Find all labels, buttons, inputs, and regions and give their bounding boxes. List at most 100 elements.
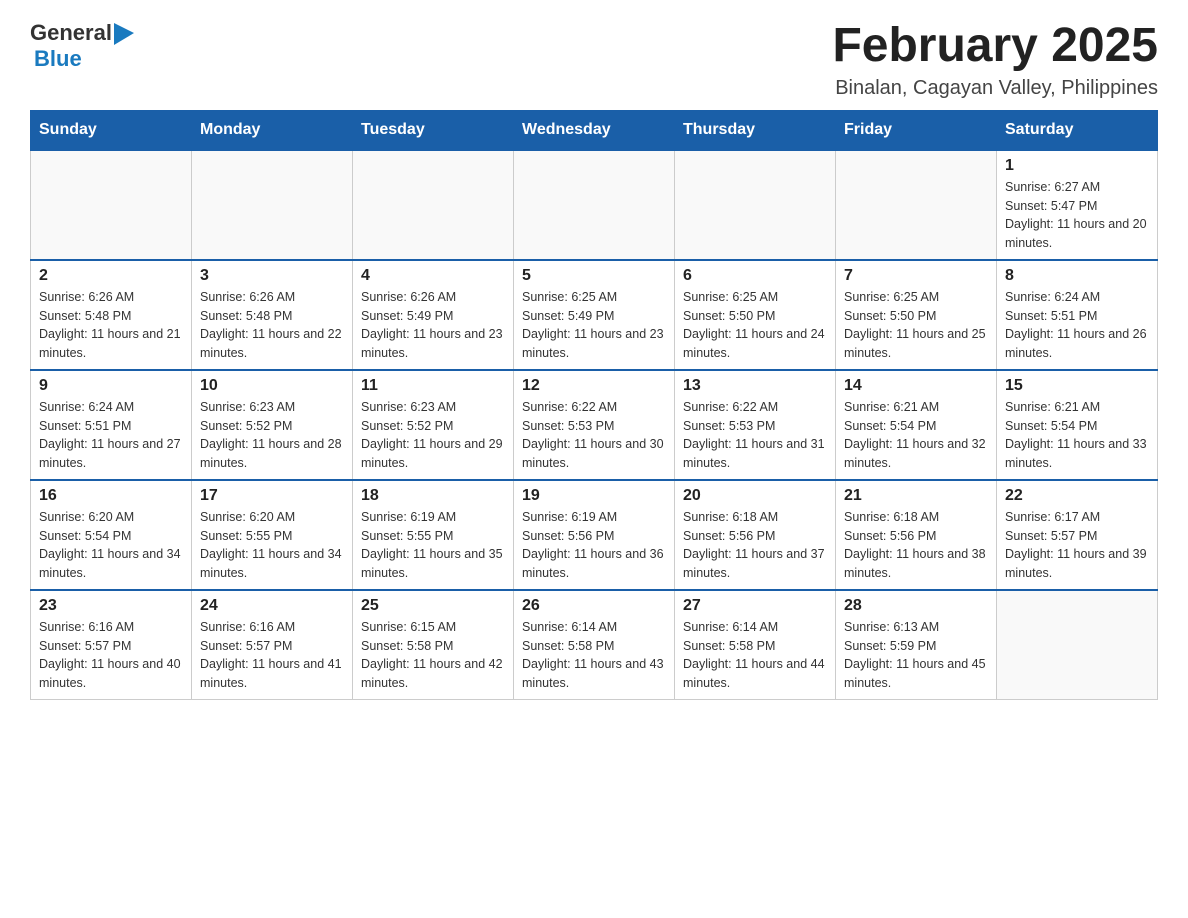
calendar-cell: 28 Sunrise: 6:13 AM Sunset: 5:59 PM Dayli… (836, 590, 997, 700)
title-area: February 2025 Binalan, Cagayan Valley, P… (832, 20, 1158, 100)
day-number: 3 (200, 267, 344, 285)
day-number: 16 (39, 487, 183, 505)
calendar-cell (997, 590, 1158, 700)
day-info: Sunrise: 6:19 AM Sunset: 5:56 PM Dayligh… (522, 508, 666, 583)
calendar-cell: 20 Sunrise: 6:18 AM Sunset: 5:56 PM Dayli… (675, 480, 836, 590)
day-info: Sunrise: 6:15 AM Sunset: 5:58 PM Dayligh… (361, 618, 505, 693)
day-number: 1 (1005, 157, 1149, 175)
calendar-cell: 6 Sunrise: 6:25 AM Sunset: 5:50 PM Daylig… (675, 260, 836, 370)
day-number: 7 (844, 267, 988, 285)
calendar-cell: 19 Sunrise: 6:19 AM Sunset: 5:56 PM Dayli… (514, 480, 675, 590)
weekday-header-row: SundayMondayTuesdayWednesdayThursdayFrid… (31, 110, 1158, 150)
calendar-cell: 17Sunrise: 6:20 AM Sunset: 5:55 PM Dayli… (192, 480, 353, 590)
weekday-header-tuesday: Tuesday (353, 110, 514, 150)
day-info: Sunrise: 6:18 AM Sunset: 5:56 PM Dayligh… (844, 508, 988, 583)
day-number: 12 (522, 377, 666, 395)
day-info: Sunrise: 6:22 AM Sunset: 5:53 PM Dayligh… (522, 398, 666, 473)
day-number: 27 (683, 597, 827, 615)
day-info: Sunrise: 6:25 AM Sunset: 5:50 PM Dayligh… (844, 288, 988, 363)
calendar-cell (31, 150, 192, 260)
calendar-cell: 8Sunrise: 6:24 AM Sunset: 5:51 PM Daylig… (997, 260, 1158, 370)
day-number: 24 (200, 597, 344, 615)
calendar-cell: 2Sunrise: 6:26 AM Sunset: 5:48 PM Daylig… (31, 260, 192, 370)
weekday-header-thursday: Thursday (675, 110, 836, 150)
day-info: Sunrise: 6:23 AM Sunset: 5:52 PM Dayligh… (200, 398, 344, 473)
day-number: 19 (522, 487, 666, 505)
day-number: 20 (683, 487, 827, 505)
day-info: Sunrise: 6:25 AM Sunset: 5:49 PM Dayligh… (522, 288, 666, 363)
calendar-cell: 10 Sunrise: 6:23 AM Sunset: 5:52 PM Dayli… (192, 370, 353, 480)
day-number: 17 (200, 487, 344, 505)
weekday-header-sunday: Sunday (31, 110, 192, 150)
calendar-cell: 11 Sunrise: 6:23 AM Sunset: 5:52 PM Dayli… (353, 370, 514, 480)
day-info: Sunrise: 6:24 AM Sunset: 5:51 PM Dayligh… (1005, 288, 1149, 363)
day-info: Sunrise: 6:14 AM Sunset: 5:58 PM Dayligh… (522, 618, 666, 693)
day-info: Sunrise: 6:24 AM Sunset: 5:51 PM Dayligh… (39, 398, 183, 473)
calendar-cell: 12 Sunrise: 6:22 AM Sunset: 5:53 PM Dayli… (514, 370, 675, 480)
calendar-week-row: 9 Sunrise: 6:24 AM Sunset: 5:51 PM Daylig… (31, 370, 1158, 480)
day-info: Sunrise: 6:19 AM Sunset: 5:55 PM Dayligh… (361, 508, 505, 583)
day-number: 23 (39, 597, 183, 615)
day-info: Sunrise: 6:23 AM Sunset: 5:52 PM Dayligh… (361, 398, 505, 473)
calendar-cell: 26 Sunrise: 6:14 AM Sunset: 5:58 PM Dayli… (514, 590, 675, 700)
calendar-cell: 1 Sunrise: 6:27 AM Sunset: 5:47 PM Daylig… (997, 150, 1158, 260)
day-number: 14 (844, 377, 988, 395)
calendar-cell (675, 150, 836, 260)
calendar-cell: 24Sunrise: 6:16 AM Sunset: 5:57 PM Dayli… (192, 590, 353, 700)
calendar-week-row: 16Sunrise: 6:20 AM Sunset: 5:54 PM Dayli… (31, 480, 1158, 590)
day-number: 26 (522, 597, 666, 615)
calendar-cell (514, 150, 675, 260)
day-info: Sunrise: 6:18 AM Sunset: 5:56 PM Dayligh… (683, 508, 827, 583)
page-header: General Blue February 2025 Binalan, Caga… (30, 20, 1158, 100)
day-info: Sunrise: 6:26 AM Sunset: 5:48 PM Dayligh… (200, 288, 344, 363)
weekday-header-saturday: Saturday (997, 110, 1158, 150)
day-info: Sunrise: 6:21 AM Sunset: 5:54 PM Dayligh… (1005, 398, 1149, 473)
day-number: 9 (39, 377, 183, 395)
calendar-cell (836, 150, 997, 260)
calendar-week-row: 1 Sunrise: 6:27 AM Sunset: 5:47 PM Daylig… (31, 150, 1158, 260)
day-number: 11 (361, 377, 505, 395)
weekday-header-friday: Friday (836, 110, 997, 150)
day-number: 4 (361, 267, 505, 285)
day-info: Sunrise: 6:26 AM Sunset: 5:49 PM Dayligh… (361, 288, 505, 363)
calendar-cell: 25 Sunrise: 6:15 AM Sunset: 5:58 PM Dayli… (353, 590, 514, 700)
day-number: 25 (361, 597, 505, 615)
logo: General Blue (30, 20, 136, 72)
calendar-week-row: 2Sunrise: 6:26 AM Sunset: 5:48 PM Daylig… (31, 260, 1158, 370)
day-number: 28 (844, 597, 988, 615)
day-info: Sunrise: 6:16 AM Sunset: 5:57 PM Dayligh… (39, 618, 183, 693)
calendar-cell: 9 Sunrise: 6:24 AM Sunset: 5:51 PM Daylig… (31, 370, 192, 480)
day-info: Sunrise: 6:14 AM Sunset: 5:58 PM Dayligh… (683, 618, 827, 693)
calendar-cell: 22 Sunrise: 6:17 AM Sunset: 5:57 PM Dayli… (997, 480, 1158, 590)
day-info: Sunrise: 6:27 AM Sunset: 5:47 PM Dayligh… (1005, 178, 1149, 253)
day-info: Sunrise: 6:21 AM Sunset: 5:54 PM Dayligh… (844, 398, 988, 473)
day-info: Sunrise: 6:13 AM Sunset: 5:59 PM Dayligh… (844, 618, 988, 693)
day-info: Sunrise: 6:25 AM Sunset: 5:50 PM Dayligh… (683, 288, 827, 363)
calendar-table: SundayMondayTuesdayWednesdayThursdayFrid… (30, 110, 1158, 700)
day-info: Sunrise: 6:17 AM Sunset: 5:57 PM Dayligh… (1005, 508, 1149, 583)
calendar-cell: 21Sunrise: 6:18 AM Sunset: 5:56 PM Dayli… (836, 480, 997, 590)
main-title: February 2025 (832, 20, 1158, 73)
calendar-cell: 3 Sunrise: 6:26 AM Sunset: 5:48 PM Daylig… (192, 260, 353, 370)
calendar-week-row: 23 Sunrise: 6:16 AM Sunset: 5:57 PM Dayli… (31, 590, 1158, 700)
logo-triangle-icon (114, 23, 136, 45)
subtitle: Binalan, Cagayan Valley, Philippines (832, 77, 1158, 100)
day-info: Sunrise: 6:22 AM Sunset: 5:53 PM Dayligh… (683, 398, 827, 473)
day-number: 6 (683, 267, 827, 285)
calendar-cell: 27 Sunrise: 6:14 AM Sunset: 5:58 PM Dayli… (675, 590, 836, 700)
logo-blue-text: Blue (34, 46, 82, 71)
calendar-cell: 23 Sunrise: 6:16 AM Sunset: 5:57 PM Dayli… (31, 590, 192, 700)
calendar-cell: 15Sunrise: 6:21 AM Sunset: 5:54 PM Dayli… (997, 370, 1158, 480)
calendar-cell: 4 Sunrise: 6:26 AM Sunset: 5:49 PM Daylig… (353, 260, 514, 370)
logo-general-text: General (30, 20, 112, 46)
day-number: 22 (1005, 487, 1149, 505)
day-number: 10 (200, 377, 344, 395)
calendar-cell: 18 Sunrise: 6:19 AM Sunset: 5:55 PM Dayli… (353, 480, 514, 590)
calendar-cell: 13Sunrise: 6:22 AM Sunset: 5:53 PM Dayli… (675, 370, 836, 480)
day-number: 18 (361, 487, 505, 505)
calendar-cell: 14 Sunrise: 6:21 AM Sunset: 5:54 PM Dayli… (836, 370, 997, 480)
day-info: Sunrise: 6:26 AM Sunset: 5:48 PM Dayligh… (39, 288, 183, 363)
calendar-cell (353, 150, 514, 260)
day-number: 5 (522, 267, 666, 285)
calendar-cell: 7 Sunrise: 6:25 AM Sunset: 5:50 PM Daylig… (836, 260, 997, 370)
